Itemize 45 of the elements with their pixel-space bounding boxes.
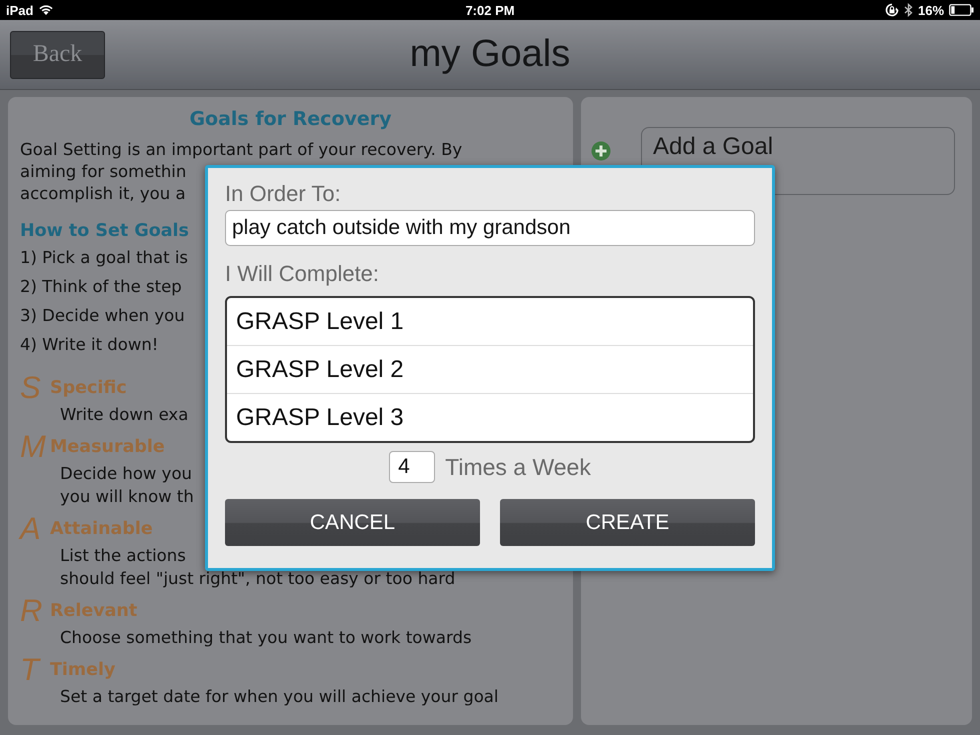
level-option[interactable]: GRASP Level 1 bbox=[227, 298, 753, 345]
criterion-title: Relevant bbox=[50, 601, 138, 621]
rotation-lock-icon bbox=[884, 3, 899, 17]
criterion-description: Decide how you bbox=[59, 463, 192, 485]
battery-icon bbox=[949, 4, 974, 16]
smart-letter: S bbox=[20, 373, 42, 403]
smart-letter: M bbox=[20, 432, 47, 462]
field-label: In Order To: bbox=[225, 180, 341, 208]
clock-time: 7:02 PM bbox=[465, 2, 515, 18]
step-text: 2) Think of the step bbox=[20, 276, 182, 298]
level-option[interactable]: GRASP Level 3 bbox=[227, 393, 753, 441]
dialog-button[interactable]: CREATE bbox=[500, 499, 755, 546]
intro-text: Goal Setting is an important part of your recovery. By bbox=[20, 139, 462, 161]
screen-title: my Goals bbox=[410, 33, 570, 76]
dialog-button[interactable]: CANCEL bbox=[225, 499, 480, 546]
criterion-title: Attainable bbox=[50, 519, 153, 539]
smart-letter: A bbox=[20, 514, 42, 544]
battery-percentage: 16% bbox=[918, 2, 944, 18]
section-heading: How to Set Goals bbox=[20, 220, 189, 243]
times-field[interactable]: 4 bbox=[389, 451, 436, 483]
times-label: Times a Week bbox=[445, 454, 591, 480]
step-text: 4) Write it down! bbox=[20, 334, 158, 356]
step-text: 3) Decide when you bbox=[20, 305, 185, 327]
add-icon[interactable] bbox=[591, 141, 611, 161]
intro-text: accomplish it, you a bbox=[20, 183, 186, 205]
bluetooth-icon bbox=[904, 3, 913, 17]
step-text: 1) Pick a goal that is bbox=[20, 247, 188, 269]
smart-letter: R bbox=[20, 596, 44, 626]
wifi-icon bbox=[38, 4, 54, 16]
criterion-title: Measurable bbox=[50, 437, 165, 457]
level-option[interactable]: GRASP Level 2 bbox=[227, 345, 753, 393]
intro-text: aiming for somethin bbox=[20, 161, 186, 183]
criterion-description: Choose something that you want to work towards bbox=[59, 627, 472, 649]
criterion-title: Specific bbox=[50, 378, 127, 398]
criterion-description: should feel "just right", not too easy or too hard bbox=[59, 568, 456, 590]
panel-heading: Goals for Recovery bbox=[189, 108, 392, 130]
criterion-description: List the actions bbox=[59, 545, 186, 567]
device-name: iPad bbox=[6, 2, 34, 18]
criterion-description: Set a target date for when you will achieve your goal bbox=[59, 686, 498, 708]
field-label: I Will Complete: bbox=[225, 260, 380, 288]
criterion-title: Timely bbox=[50, 660, 116, 680]
criterion-description: Write down exa bbox=[59, 404, 188, 426]
smart-letter: T bbox=[20, 655, 42, 685]
purpose-field[interactable]: play catch outside with my grandson bbox=[225, 210, 755, 246]
criterion-description: you will know th bbox=[59, 486, 194, 508]
